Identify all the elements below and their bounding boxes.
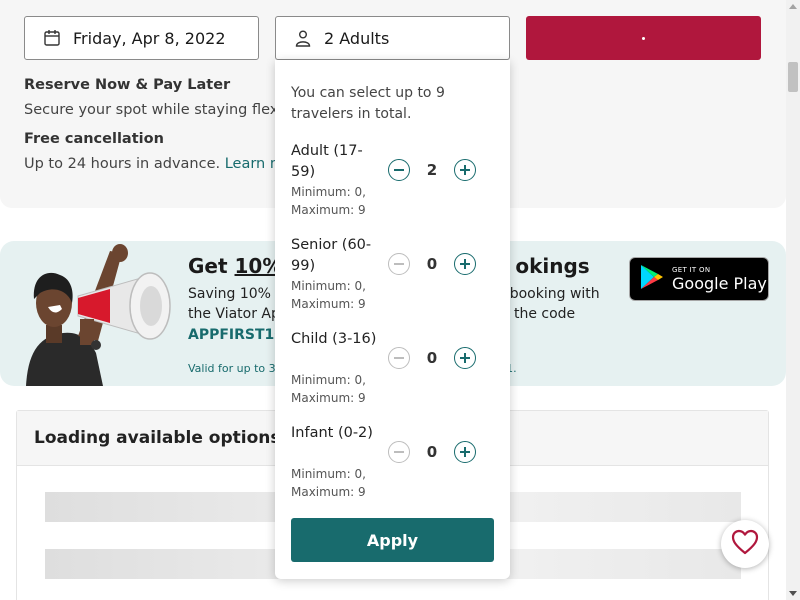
cancel-text-body: Up to 24 hours in advance.: [24, 156, 221, 172]
google-play-text: GET IT ON Google Play: [672, 265, 767, 293]
promo-line-2-right: e the code: [500, 306, 576, 322]
traveler-limits: Minimum: 0, Maximum: 9: [291, 279, 366, 311]
traveler-count: 0: [426, 255, 438, 273]
traveler-count: 0: [426, 349, 438, 367]
promo-code: APPFIRST10: [188, 327, 285, 343]
traveler-limits: Minimum: 0, Maximum: 9: [291, 373, 366, 405]
decrement-button[interactable]: [388, 253, 410, 275]
google-play-icon: [640, 264, 664, 294]
traveler-limits: Minimum: 0, Maximum: 9: [291, 185, 366, 217]
increment-button[interactable]: [454, 347, 476, 369]
loading-spinner: [642, 36, 645, 40]
travelers-limit-note: You can select up to 9 travelers in tota…: [291, 85, 445, 122]
page-scrollbar[interactable]: [786, 0, 800, 600]
promo-line-1-right: s booking with: [497, 286, 600, 302]
increment-button[interactable]: [454, 441, 476, 463]
scroll-up-arrow[interactable]: [789, 4, 797, 9]
traveler-count: 0: [426, 443, 438, 461]
infant-stepper: 0: [388, 441, 478, 463]
date-picker[interactable]: Friday, Apr 8, 2022: [24, 16, 259, 60]
cancel-text: Up to 24 hours in advance. Learn mo: [24, 156, 293, 172]
calendar-icon: [43, 29, 61, 47]
wishlist-button[interactable]: [721, 520, 769, 568]
check-availability-button[interactable]: [526, 16, 761, 60]
cancel-title: Free cancellation: [24, 131, 164, 147]
increment-button[interactable]: [454, 159, 476, 181]
promo-line-2-left: the Viator Ap: [188, 306, 280, 322]
traveler-label: Infant (0-2): [291, 425, 373, 441]
traveler-label: Senior (60-99): [291, 237, 372, 274]
traveler-row-adult: Adult (17-59) Minimum: 0, Maximum: 9 2: [291, 141, 496, 221]
travelers-value: 2 Adults: [324, 28, 390, 48]
traveler-row-child: Child (3-16) Minimum: 0, Maximum: 9 0: [291, 329, 496, 409]
promo-head-tail: okings: [515, 254, 590, 278]
promo-valid-left: Valid for up to 3 b: [188, 362, 287, 375]
travelers-popover: You can select up to 9 travelers in tota…: [275, 60, 510, 579]
reserve-title: Reserve Now & Pay Later: [24, 77, 231, 93]
scroll-down-arrow[interactable]: [789, 591, 797, 596]
senior-stepper: 0: [388, 253, 478, 275]
promo-head-prefix: Get: [188, 254, 228, 278]
traveler-label: Child (3-16): [291, 331, 377, 347]
increment-button[interactable]: [454, 253, 476, 275]
google-play-badge[interactable]: GET IT ON Google Play: [629, 257, 769, 301]
traveler-count: 2: [426, 161, 438, 179]
traveler-row-senior: Senior (60-99) Minimum: 0, Maximum: 9 0: [291, 235, 496, 315]
traveler-row-infant: Infant (0-2) Minimum: 0, Maximum: 9 0: [291, 423, 496, 503]
decrement-button[interactable]: [388, 347, 410, 369]
decrement-button[interactable]: [388, 441, 410, 463]
child-stepper: 0: [388, 347, 478, 369]
megaphone-illustration: [18, 241, 178, 386]
traveler-limits: Minimum: 0, Maximum: 9: [291, 467, 366, 499]
date-value: Friday, Apr 8, 2022: [73, 28, 226, 48]
google-play-small: GET IT ON: [672, 265, 711, 274]
apply-button[interactable]: Apply: [291, 518, 494, 562]
traveler-label: Adult (17-59): [291, 143, 363, 180]
decrement-button[interactable]: [388, 159, 410, 181]
heart-icon: [731, 529, 759, 559]
google-play-big: Google Play: [672, 273, 767, 293]
adult-stepper: 2: [388, 159, 478, 181]
scroll-thumb[interactable]: [788, 62, 798, 92]
reserve-text: Secure your spot while staying flexib: [24, 102, 292, 118]
promo-line-1-left: Saving 10% o: [188, 286, 284, 302]
travelers-picker[interactable]: 2 Adults: [275, 16, 510, 60]
person-icon: [294, 29, 312, 47]
